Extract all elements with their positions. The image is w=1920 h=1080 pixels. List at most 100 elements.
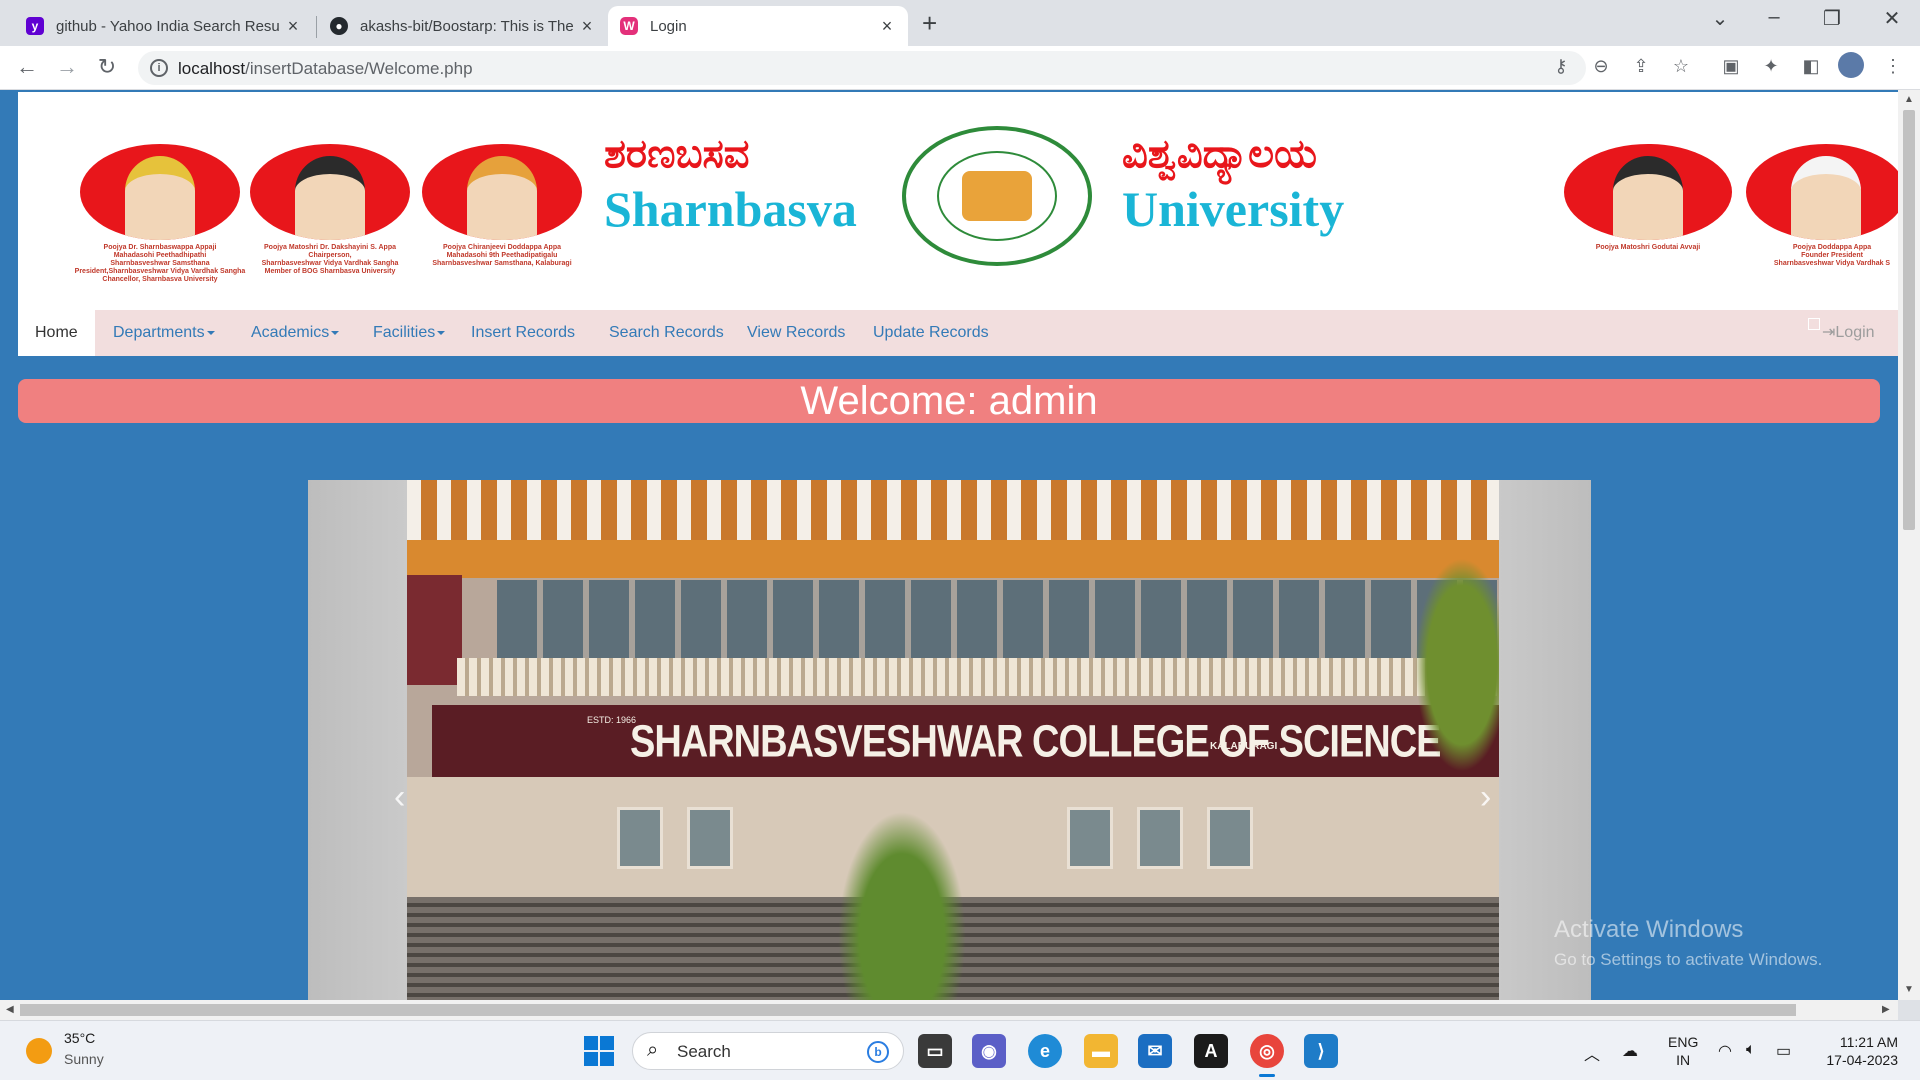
teams-chat-icon[interactable]: ◉ — [972, 1034, 1006, 1068]
scroll-down-icon[interactable]: ▼ — [1904, 984, 1914, 995]
university-seal-logo — [902, 126, 1092, 266]
window — [687, 807, 733, 869]
building-lattice — [457, 658, 1499, 696]
signboard-estd: ESTD: 1966 — [587, 715, 637, 725]
nav-search-records[interactable]: Search Records — [592, 310, 741, 356]
input-language[interactable]: ENG IN — [1668, 1033, 1698, 1069]
key-icon[interactable]: ⚷ — [1548, 56, 1574, 77]
close-tab-icon[interactable]: × — [284, 16, 302, 37]
reload-icon[interactable]: ↻ — [92, 54, 122, 80]
extensions-puzzle-icon[interactable]: ✦ — [1758, 56, 1784, 77]
activate-windows-watermark: Activate Windows Go to Settings to activ… — [1554, 916, 1822, 970]
profile-avatar[interactable] — [1838, 52, 1864, 78]
tab-login[interactable]: W Login × — [608, 6, 908, 46]
caret-down-icon — [206, 330, 215, 335]
nav-insert-records[interactable]: Insert Records — [454, 310, 592, 356]
portrait-disc — [422, 144, 582, 240]
portrait-disc — [80, 144, 240, 240]
portrait-founder-2: Poojya Matoshri Dr. Dakshayini S. Appa C… — [250, 144, 420, 276]
back-arrow-icon[interactable]: ← — [12, 54, 42, 80]
carousel-slide-college-building: ESTD: 1966 SHARNBASVESHWAR COLLEGE OF SC… — [407, 480, 1499, 1000]
carousel-prev-icon[interactable]: ‹ — [394, 778, 405, 817]
file-explorer-icon[interactable]: ▬ — [1084, 1034, 1118, 1068]
url-path: /insertDatabase/Welcome.php — [245, 59, 473, 78]
extension-image-icon[interactable]: ▣ — [1718, 56, 1744, 77]
taskbar-search-box[interactable]: ⌕ Search b — [632, 1032, 904, 1070]
tab-yahoo-search[interactable]: y github - Yahoo India Search Resu × — [14, 6, 314, 46]
weather-condition[interactable]: Sunny — [64, 1051, 104, 1067]
portrait-caption: Poojya Doddappa Appa Founder President S… — [1773, 244, 1891, 267]
share-icon[interactable]: ⇪ — [1628, 56, 1654, 77]
close-window-icon[interactable]: ✕ — [1872, 6, 1912, 31]
side-panel-icon[interactable]: ◧ — [1798, 56, 1824, 77]
system-clock[interactable]: 11:21 AM 17-04-2023 — [1808, 1033, 1898, 1069]
bookmark-star-icon[interactable]: ☆ — [1668, 56, 1694, 77]
portrait-caption: Poojya Chiranjeevi Doddappa Appa Mahadas… — [432, 244, 572, 267]
login-link[interactable]: ⇥Login — [1822, 310, 1875, 356]
nav-update-records[interactable]: Update Records — [856, 310, 1006, 356]
vscode-icon[interactable]: ⟩ — [1304, 1034, 1338, 1068]
url-text[interactable]: localhost/insertDatabase/Welcome.php — [178, 59, 473, 79]
battery-icon[interactable]: ▭ — [1776, 1041, 1791, 1061]
scrollbar-thumb[interactable] — [1903, 110, 1915, 530]
login-label: Login — [1835, 324, 1875, 341]
caret-down-icon — [331, 330, 340, 335]
nav-facilities[interactable]: Facilities — [356, 310, 462, 356]
nav-view-records[interactable]: View Records — [730, 310, 862, 356]
address-bar[interactable]: i localhost/insertDatabase/Welcome.php — [138, 51, 1586, 85]
tab-search-chevron-icon[interactable]: ⌄ — [1700, 6, 1740, 31]
building-windows — [497, 580, 1497, 658]
nav-label: Search Records — [609, 324, 724, 341]
tab-separator — [316, 16, 317, 38]
nav-home[interactable]: Home — [18, 310, 95, 356]
carousel-next-icon[interactable]: › — [1480, 778, 1491, 817]
minimize-icon[interactable]: – — [1754, 6, 1794, 29]
portrait-caption: Poojya Dr. Sharnbaswappa Appaji Mahadaso… — [74, 244, 246, 283]
lang-code: ENG — [1668, 1034, 1699, 1050]
windows-start-icon[interactable] — [584, 1036, 614, 1066]
sun-weather-icon[interactable] — [26, 1038, 52, 1064]
english-title-right: University — [1122, 181, 1345, 237]
tab-title: Login — [650, 17, 687, 35]
task-view-icon[interactable]: ▭ — [918, 1034, 952, 1068]
scroll-up-icon[interactable]: ▲ — [1904, 94, 1914, 105]
nav-label: Insert Records — [471, 324, 576, 341]
tab-github-repo[interactable]: ● akashs-bit/Boostarp: This is The C × — [318, 6, 608, 46]
url-host: localhost — [178, 59, 246, 78]
scroll-left-icon[interactable]: ◀ — [6, 1004, 14, 1015]
maximize-icon[interactable]: ❐ — [1812, 6, 1852, 31]
navbar-toggle-box[interactable] — [1808, 318, 1820, 330]
scroll-right-icon[interactable]: ▶ — [1882, 1004, 1890, 1015]
nav-label: Home — [35, 324, 78, 341]
close-tab-icon[interactable]: × — [878, 16, 896, 37]
chrome-browser-icon[interactable]: ◎ — [1250, 1034, 1284, 1077]
forward-arrow-icon[interactable]: → — [52, 54, 82, 80]
nav-academics[interactable]: Academics — [234, 310, 356, 356]
zoom-icon[interactable]: ⊖ — [1588, 56, 1614, 77]
weather-temperature[interactable]: 35°C — [64, 1030, 95, 1046]
tab-title: akashs-bit/Boostarp: This is The C — [360, 17, 578, 35]
portrait-photo — [1791, 156, 1861, 240]
edge-browser-icon[interactable]: e — [1028, 1034, 1062, 1068]
wifi-icon[interactable]: ◠ — [1718, 1041, 1732, 1061]
adobe-app-icon[interactable]: A — [1194, 1034, 1228, 1068]
window — [617, 807, 663, 869]
site-info-icon[interactable]: i — [150, 59, 168, 77]
menu-kebab-icon[interactable]: ⋮ — [1880, 56, 1906, 77]
image-carousel: ESTD: 1966 SHARNBASVESHWAR COLLEGE OF SC… — [308, 480, 1591, 1000]
seal-emblem — [962, 171, 1032, 221]
browser-toolbar: ← → ↻ i localhost/insertDatabase/Welcome… — [0, 46, 1920, 90]
close-tab-icon[interactable]: × — [578, 16, 596, 37]
vertical-scrollbar[interactable]: ▲ ▼ — [1898, 90, 1920, 1000]
mail-icon[interactable]: ✉ — [1138, 1034, 1172, 1068]
portrait-founder-4: Poojya Matoshri Godutai Avvaji — [1564, 144, 1738, 252]
onedrive-cloud-icon[interactable]: ☁ — [1622, 1041, 1638, 1061]
new-tab-plus-icon[interactable]: + — [922, 8, 937, 39]
nav-departments[interactable]: Departments — [96, 310, 232, 356]
bing-icon[interactable]: b — [867, 1041, 889, 1063]
tray-chevron-up-icon[interactable]: ︿ — [1584, 1041, 1600, 1065]
building-roof — [407, 480, 1499, 540]
scrollbar-thumb[interactable] — [20, 1004, 1796, 1016]
horizontal-scrollbar[interactable]: ◀ ▶ — [0, 1000, 1898, 1020]
volume-icon[interactable]: 🔈︎ — [1746, 1041, 1756, 1059]
